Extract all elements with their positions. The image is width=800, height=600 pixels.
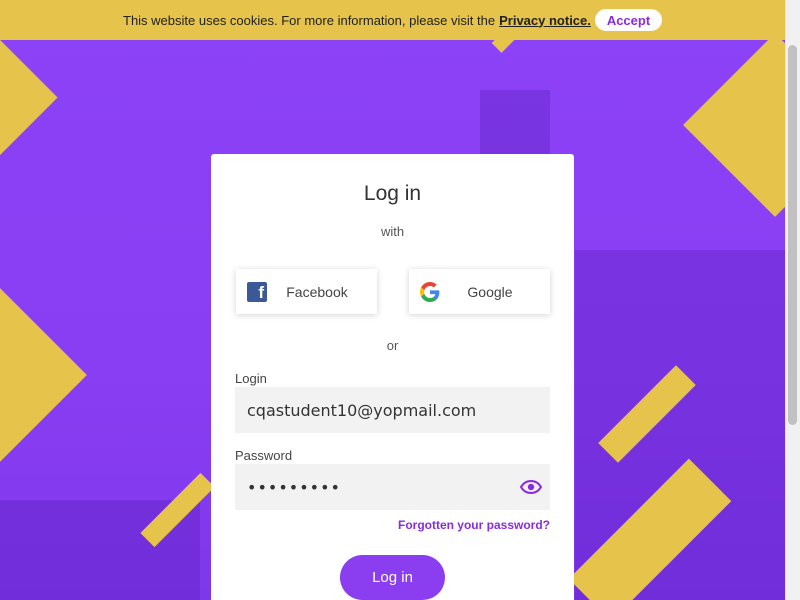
or-divider: or xyxy=(386,338,399,353)
cookie-banner: This website uses cookies. For more info… xyxy=(0,0,785,40)
login-submit-button[interactable]: Log in xyxy=(340,555,445,600)
google-login-button[interactable]: Google xyxy=(409,269,550,314)
forgot-password-link[interactable]: Forgotten your password? xyxy=(398,518,550,532)
google-icon xyxy=(420,281,440,302)
background-shape xyxy=(0,283,87,467)
background-shape xyxy=(0,37,58,158)
password-input[interactable] xyxy=(235,464,550,510)
with-text: with xyxy=(380,224,405,239)
facebook-login-button[interactable]: f Facebook xyxy=(236,269,377,314)
password-label: Password xyxy=(235,448,293,463)
login-label: Login xyxy=(235,371,267,386)
cookie-text: This website uses cookies. For more info… xyxy=(123,12,496,28)
google-label: Google xyxy=(467,283,513,300)
page-title: Log in xyxy=(363,182,422,205)
background-shape xyxy=(683,33,800,217)
facebook-label: Facebook xyxy=(286,283,348,300)
scrollbar[interactable] xyxy=(785,0,800,600)
show-password-icon[interactable] xyxy=(519,479,543,495)
scrollbar-thumb[interactable] xyxy=(788,45,797,425)
facebook-icon: f xyxy=(247,281,267,302)
privacy-notice-link[interactable]: Privacy notice. xyxy=(499,13,591,28)
login-card: Log in with f Facebook Google or Login P… xyxy=(211,154,574,600)
accept-cookies-button[interactable]: Accept xyxy=(595,9,662,31)
login-input[interactable] xyxy=(235,387,550,433)
